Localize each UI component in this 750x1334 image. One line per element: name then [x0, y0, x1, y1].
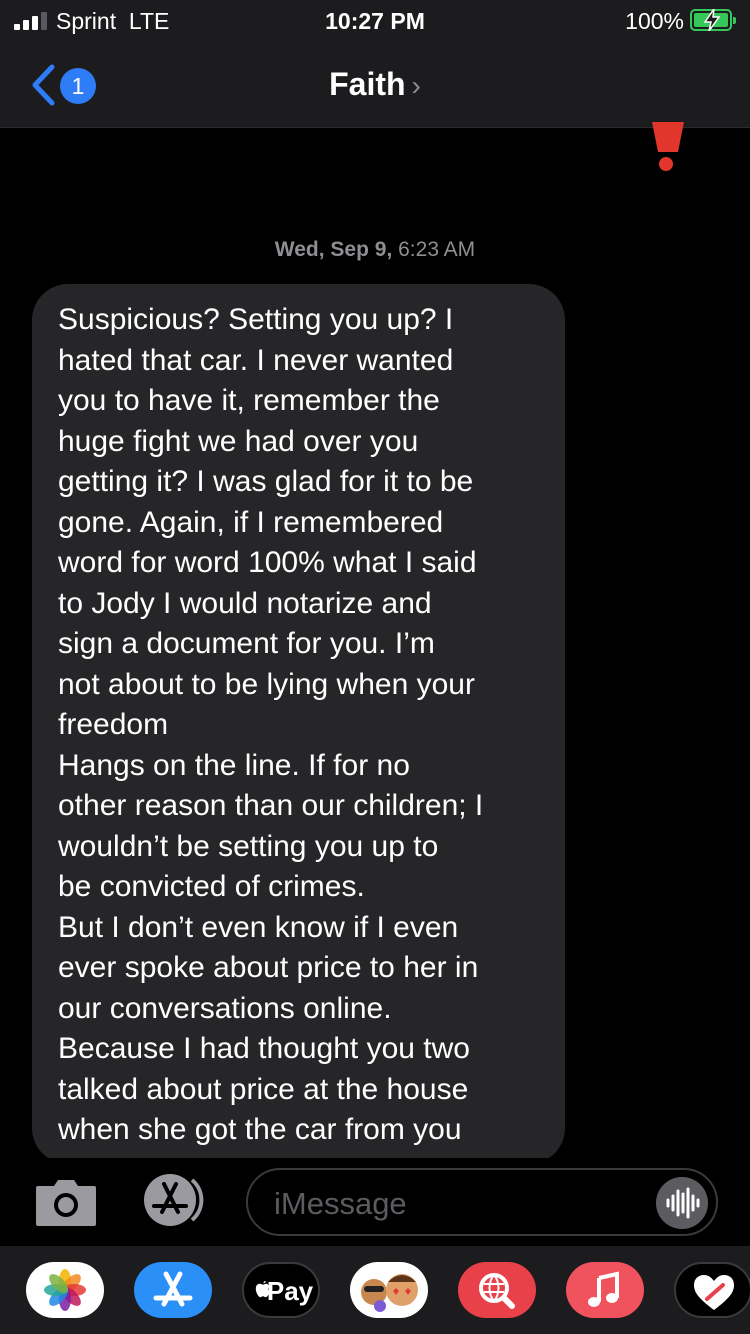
contact-name: Faith — [329, 66, 406, 102]
memoji-app-icon[interactable] — [350, 1262, 428, 1318]
compose-bar: iMessage — [0, 1158, 750, 1246]
app-store-icon[interactable] — [140, 1172, 212, 1228]
status-bar: Sprint LTE 10:27 PM 100% — [0, 0, 750, 42]
message-text: Suspicious? Setting you up? I hated that… — [58, 303, 484, 1146]
exclamation-icon[interactable] — [648, 122, 688, 172]
timestamp-time: 6:23 AM — [398, 238, 476, 261]
battery-charging-icon — [690, 9, 736, 31]
imessage-app-drawer: Pay — [0, 1246, 750, 1334]
app-store-app-icon[interactable] — [134, 1262, 212, 1318]
camera-icon[interactable] — [34, 1176, 98, 1228]
message-input[interactable]: iMessage — [246, 1168, 718, 1236]
web-images-app-icon[interactable] — [458, 1262, 536, 1318]
conversation-header: 1 Faith › — [0, 42, 750, 128]
chevron-right-icon: › — [411, 70, 421, 101]
audio-waveform-icon[interactable] — [656, 1177, 708, 1229]
contact-name-button[interactable]: Faith › — [0, 66, 750, 103]
received-message-bubble[interactable]: Suspicious? Setting you up? I hated that… — [32, 284, 565, 1164]
photos-app-icon[interactable] — [26, 1262, 104, 1318]
message-placeholder: iMessage — [274, 1186, 407, 1221]
message-timestamp: Wed, Sep 9, 6:23 AM — [0, 238, 750, 262]
digital-touch-app-icon[interactable] — [674, 1262, 750, 1318]
apple-pay-app-icon[interactable]: Pay — [242, 1262, 320, 1318]
timestamp-day: Wed, Sep 9, — [274, 238, 393, 261]
music-app-icon[interactable] — [566, 1262, 644, 1318]
battery-percent: 100% — [625, 8, 684, 34]
apple-pay-label: Pay — [266, 1276, 314, 1306]
